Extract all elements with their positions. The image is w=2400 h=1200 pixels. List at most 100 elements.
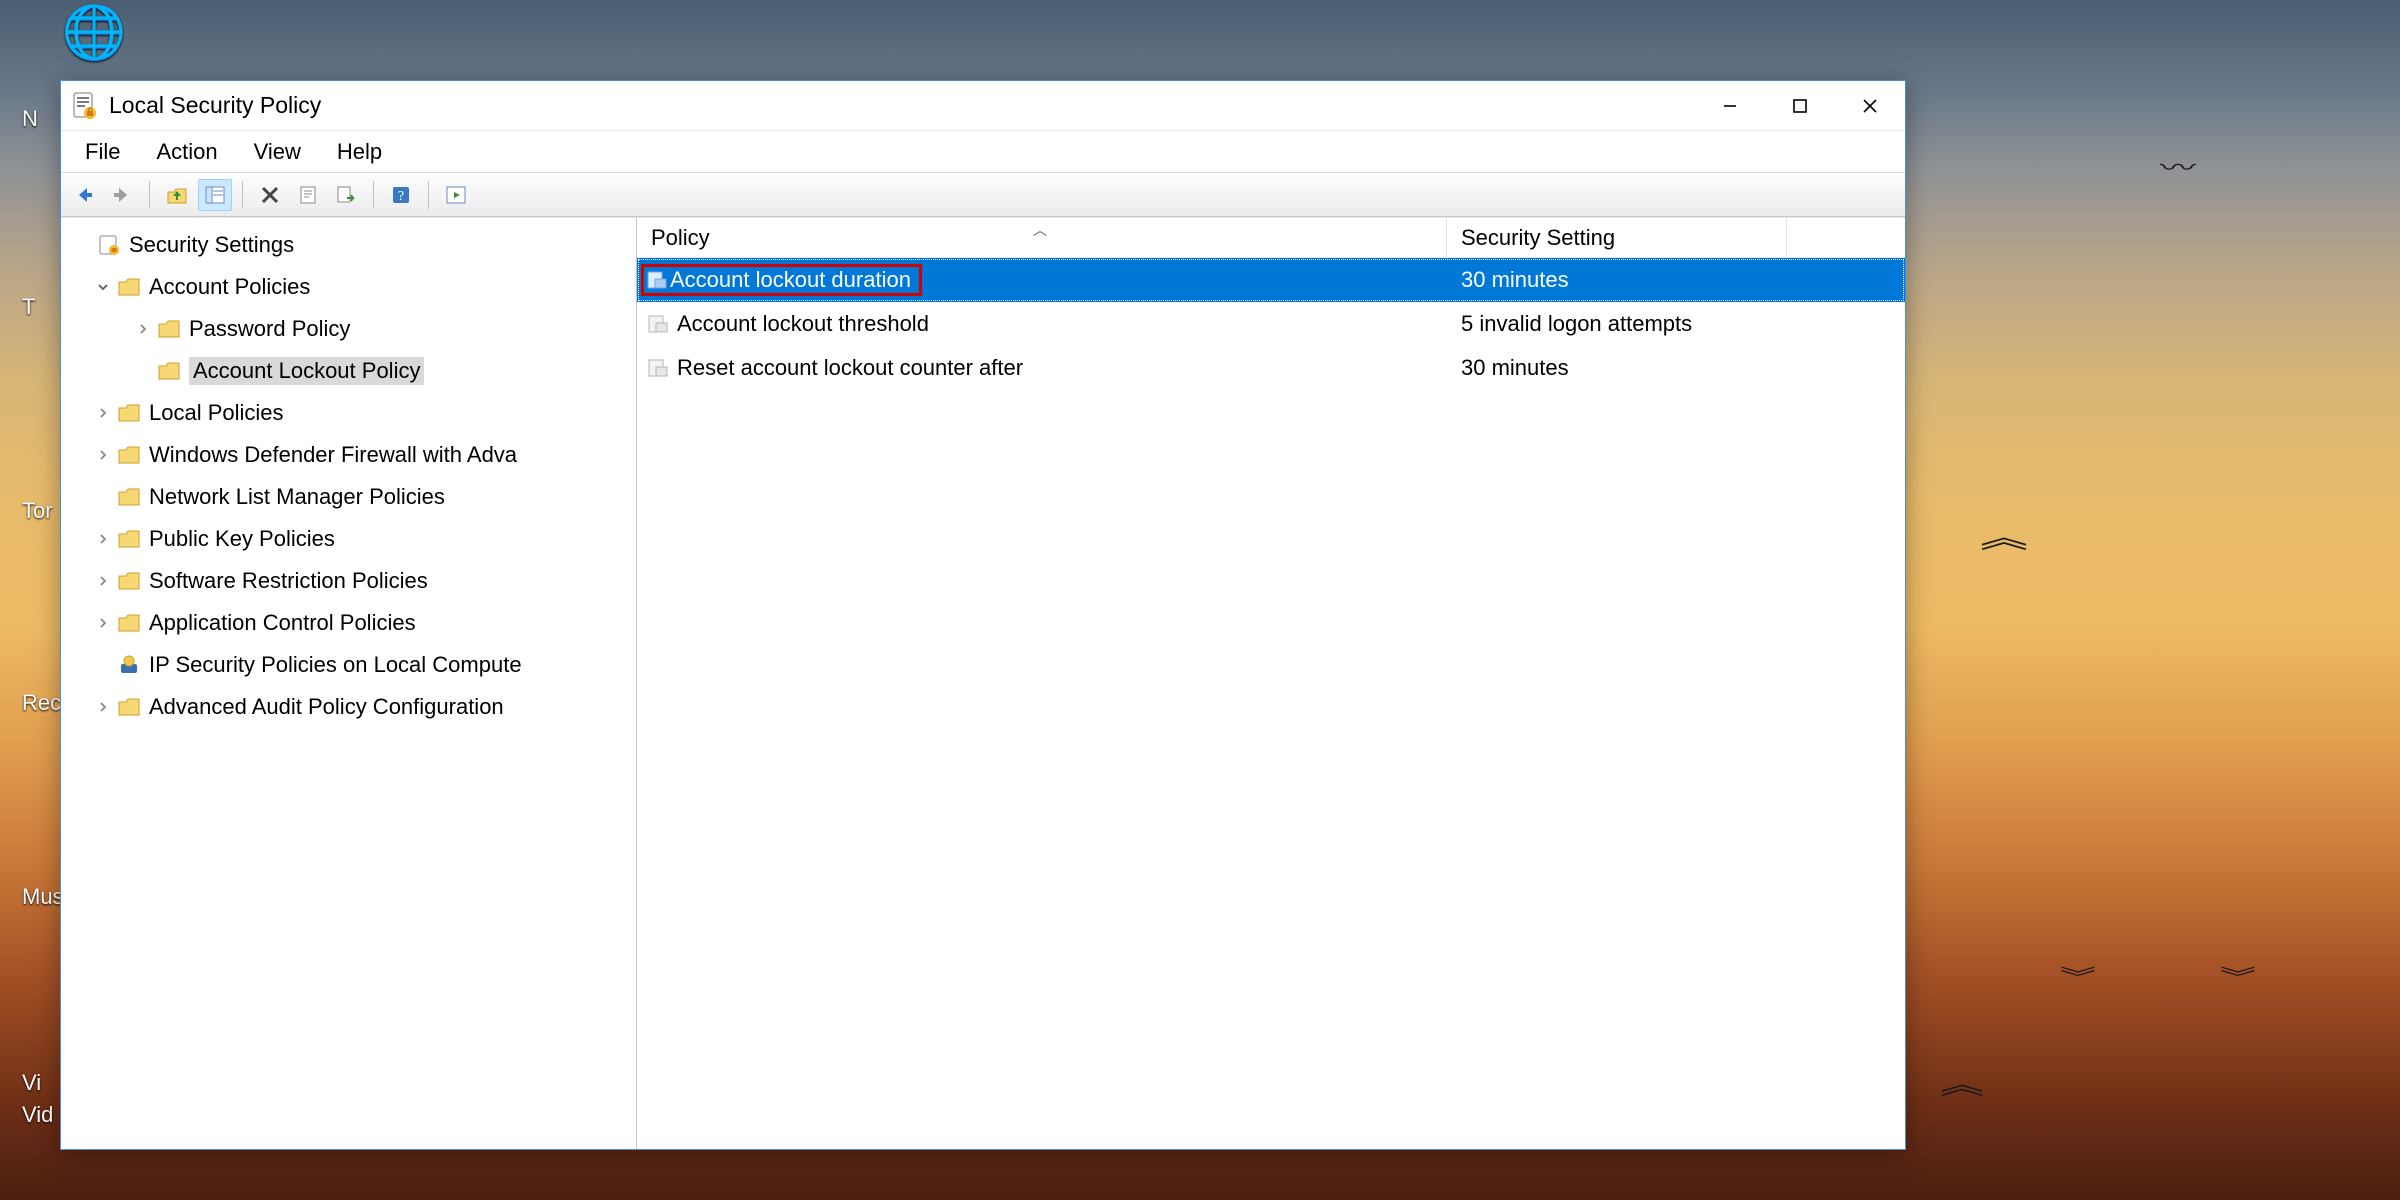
- folder-icon: [115, 444, 143, 466]
- folder-icon: [115, 486, 143, 508]
- policy-icon: [645, 312, 671, 336]
- tree-label: Application Control Policies: [149, 610, 416, 636]
- tree-item-public-key-policies[interactable]: Public Key Policies: [61, 518, 636, 560]
- tree-label: Account Policies: [149, 274, 310, 300]
- desktop-label: N: [22, 106, 38, 132]
- sort-caret-icon: ︿: [1033, 220, 1047, 240]
- tree-item-ip-security-policies[interactable]: IP Security Policies on Local Compute: [61, 644, 636, 686]
- list-row-account-lockout-duration[interactable]: Account lockout duration 30 minutes: [637, 258, 1905, 302]
- policy-icon: [645, 356, 671, 380]
- collapse-icon[interactable]: [91, 281, 115, 293]
- bird-decoration: ︾: [2060, 960, 2096, 991]
- tree-item-windows-defender-firewall[interactable]: Windows Defender Firewall with Adva: [61, 434, 636, 476]
- globe-icon: 🌐: [54, 2, 134, 63]
- maximize-button[interactable]: [1765, 81, 1835, 131]
- tree-label: Public Key Policies: [149, 526, 335, 552]
- list-pane: ︿ Policy Security Setting Account lockou…: [637, 218, 1905, 1149]
- tree-item-software-restriction-policies[interactable]: Software Restriction Policies: [61, 560, 636, 602]
- refresh-button[interactable]: [439, 179, 473, 211]
- policy-icon: [644, 268, 670, 292]
- delete-button[interactable]: [253, 179, 287, 211]
- expand-icon[interactable]: [131, 323, 155, 335]
- tree-label: Network List Manager Policies: [149, 484, 445, 510]
- expand-icon[interactable]: [91, 407, 115, 419]
- tree-item-application-control-policies[interactable]: Application Control Policies: [61, 602, 636, 644]
- policy-name: Account lockout duration: [670, 267, 911, 293]
- folder-icon: [115, 276, 143, 298]
- folder-icon: [155, 318, 183, 340]
- toolbar-separator: [373, 181, 374, 209]
- folder-icon: [115, 570, 143, 592]
- help-button[interactable]: ?: [384, 179, 418, 211]
- tree-label: Windows Defender Firewall with Adva: [149, 442, 517, 468]
- list-row-account-lockout-threshold[interactable]: Account lockout threshold 5 invalid logo…: [637, 302, 1905, 346]
- tree-label: Password Policy: [189, 316, 350, 342]
- menu-file[interactable]: File: [67, 133, 138, 171]
- tree-label: Local Policies: [149, 400, 284, 426]
- desktop-label: Tor: [22, 498, 53, 524]
- policy-name: Account lockout threshold: [677, 311, 929, 337]
- tree-label: Software Restriction Policies: [149, 568, 428, 594]
- toolbar: ?: [61, 173, 1905, 217]
- ipsec-icon: [115, 654, 143, 676]
- tree-label: IP Security Policies on Local Compute: [149, 652, 522, 678]
- menubar: File Action View Help: [61, 131, 1905, 173]
- toolbar-separator: [428, 181, 429, 209]
- tree-root-security-settings[interactable]: Security Settings: [61, 224, 636, 266]
- expand-icon[interactable]: [91, 533, 115, 545]
- expand-icon[interactable]: [91, 701, 115, 713]
- list-header: ︿ Policy Security Setting: [637, 218, 1905, 258]
- app-icon: [71, 91, 97, 121]
- close-button[interactable]: [1835, 81, 1905, 131]
- show-hide-tree-button[interactable]: [198, 179, 232, 211]
- menu-help[interactable]: Help: [319, 133, 400, 171]
- policy-name: Reset account lockout counter after: [677, 355, 1023, 381]
- tree-item-account-lockout-policy[interactable]: Account Lockout Policy: [61, 350, 636, 392]
- menu-view[interactable]: View: [236, 133, 319, 171]
- menu-action[interactable]: Action: [138, 133, 235, 171]
- policy-setting: 5 invalid logon attempts: [1447, 311, 1787, 337]
- tree-label: Account Lockout Policy: [193, 358, 420, 383]
- toolbar-separator: [242, 181, 243, 209]
- folder-icon: [115, 402, 143, 424]
- minimize-button[interactable]: [1695, 81, 1765, 131]
- export-list-button[interactable]: [329, 179, 363, 211]
- desktop-label: Rec: [22, 690, 61, 716]
- bird-decoration: ︽: [1940, 1063, 1984, 1101]
- tree-item-account-policies[interactable]: Account Policies: [61, 266, 636, 308]
- bird-decoration: ︾: [2220, 960, 2256, 991]
- tree-item-advanced-audit-policy[interactable]: Advanced Audit Policy Configuration: [61, 686, 636, 728]
- back-button[interactable]: [67, 179, 101, 211]
- client-area: Security Settings Account Policies Passw…: [61, 217, 1905, 1149]
- titlebar[interactable]: Local Security Policy: [61, 81, 1905, 131]
- up-one-level-button[interactable]: [160, 179, 194, 211]
- window-title: Local Security Policy: [109, 92, 321, 119]
- security-settings-icon: [95, 234, 123, 256]
- svg-text:?: ?: [398, 189, 404, 204]
- expand-icon[interactable]: [91, 617, 115, 629]
- folder-icon: [115, 696, 143, 718]
- bird-decoration: 〰: [2160, 150, 2196, 181]
- folder-icon: [155, 360, 183, 382]
- properties-button[interactable]: [291, 179, 325, 211]
- policy-setting: 30 minutes: [1447, 355, 1787, 381]
- forward-button[interactable]: [105, 179, 139, 211]
- expand-icon[interactable]: [91, 449, 115, 461]
- toolbar-separator: [149, 181, 150, 209]
- tree-item-network-list-manager-policies[interactable]: Network List Manager Policies: [61, 476, 636, 518]
- desktop-icon[interactable]: 🌐: [54, 2, 134, 63]
- annotation-highlight: Account lockout duration: [641, 264, 922, 296]
- tree-item-password-policy[interactable]: Password Policy: [61, 308, 636, 350]
- list-row-reset-account-lockout-counter[interactable]: Reset account lockout counter after 30 m…: [637, 346, 1905, 390]
- desktop-label: Vi: [22, 1070, 41, 1096]
- tree-pane[interactable]: Security Settings Account Policies Passw…: [61, 218, 637, 1149]
- tree-item-local-policies[interactable]: Local Policies: [61, 392, 636, 434]
- expand-icon[interactable]: [91, 575, 115, 587]
- local-security-policy-window: Local Security Policy File Action View H…: [60, 80, 1906, 1150]
- desktop-label: T: [22, 294, 35, 320]
- bird-decoration: ︽: [1980, 514, 2028, 556]
- column-header-setting[interactable]: Security Setting: [1447, 218, 1787, 257]
- tree-label: Advanced Audit Policy Configuration: [149, 694, 504, 720]
- list-body: Account lockout duration 30 minutes Acco…: [637, 258, 1905, 1149]
- policy-setting: 30 minutes: [1447, 267, 1787, 293]
